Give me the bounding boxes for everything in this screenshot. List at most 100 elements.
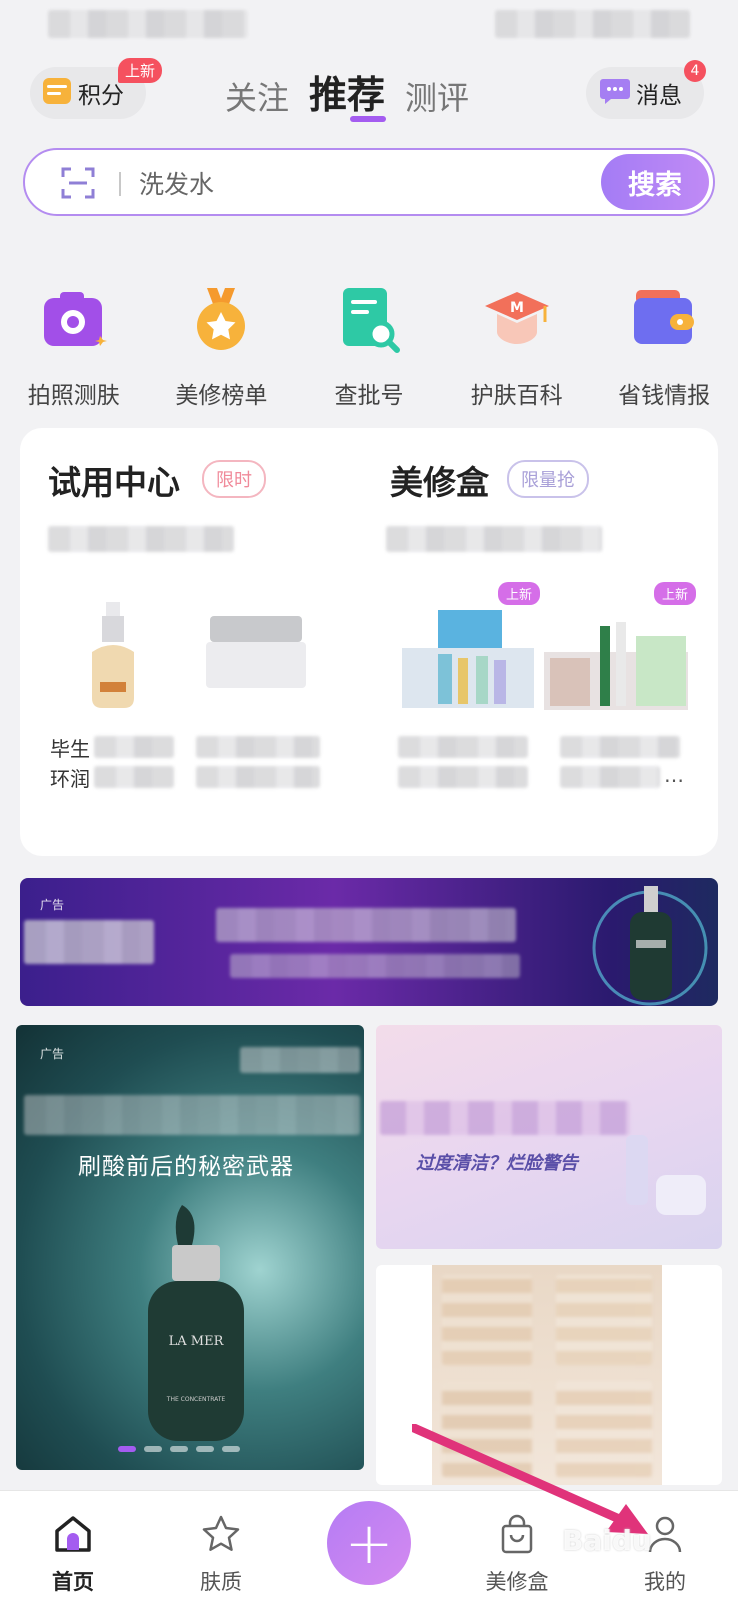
- tile-label: 护肤百科: [470, 383, 563, 409]
- ad-headline-obscured: [24, 1095, 360, 1135]
- beauty-box-title[interactable]: 美修盒: [390, 456, 489, 504]
- beauty-box-product-2[interactable]: 上新 …: [540, 578, 700, 798]
- messages-label: 消息: [636, 83, 682, 109]
- product-name-obscured: [196, 736, 320, 758]
- tile-batch-check[interactable]: 查批号: [295, 270, 443, 410]
- cream-jar-image: [206, 616, 306, 688]
- tab-recommend[interactable]: 推荐: [309, 64, 385, 119]
- carousel-dot: [222, 1446, 240, 1452]
- status-right: [495, 10, 690, 38]
- nav-label: 肤质: [200, 1570, 242, 1594]
- serum-bottle-image: [92, 602, 134, 708]
- carousel-dot: [196, 1446, 214, 1452]
- tile-label: 查批号: [334, 383, 404, 409]
- product-name: 环润: [50, 767, 90, 791]
- status-left: [48, 10, 248, 38]
- star-icon: [200, 1513, 242, 1560]
- carousel-dot: [170, 1446, 188, 1452]
- ad-banner-wide[interactable]: 广告: [20, 878, 718, 1006]
- search-button[interactable]: 搜索: [601, 154, 709, 210]
- nav-label: 美修盒: [485, 1570, 549, 1594]
- tile-label: 拍照测肤: [27, 383, 120, 409]
- ad-subline-obscured: [230, 954, 520, 978]
- tile-label: 省钱情报: [618, 383, 711, 409]
- points-new-badge: 上新: [118, 58, 163, 83]
- beauty-box-image: [402, 610, 534, 708]
- trial-center-title[interactable]: 试用中心: [48, 456, 180, 504]
- ad-card-text: 过度清洁？烂脸警告: [416, 1153, 578, 1174]
- trial-beautybox-card: 试用中心 限时 美修盒 限量抢 毕生 环润 上新 上新 …: [20, 428, 718, 856]
- tab-follow[interactable]: 关注: [225, 73, 289, 119]
- brand-text: LA MER: [169, 1334, 225, 1349]
- beauty-box-subtitle: [386, 526, 602, 552]
- tab-review[interactable]: 测评: [405, 73, 469, 119]
- new-badge: 上新: [498, 582, 541, 605]
- search-bar: 搜索: [23, 148, 715, 216]
- graduation-cap-icon: M: [481, 284, 553, 362]
- ad-headline-obscured: [380, 1101, 630, 1135]
- search-divider: [119, 172, 121, 196]
- carousel-dot: [144, 1446, 162, 1452]
- carousel-dot: [118, 1446, 136, 1452]
- trial-subtitle: [48, 526, 234, 552]
- top-tabs: 关注 推荐 测评: [225, 64, 469, 119]
- image-panel: [442, 1275, 532, 1365]
- new-badge: 上新: [654, 582, 697, 605]
- ad-card-left[interactable]: 广告 刷酸前后的秘密武器 LA MER THE CONCENTRATE: [16, 1025, 364, 1470]
- ad-card-right-top[interactable]: 过度清洁？烂脸警告: [376, 1025, 722, 1249]
- add-post-button[interactable]: +: [327, 1501, 411, 1585]
- home-icon: [52, 1513, 94, 1560]
- nav-skin-type[interactable]: 肤质: [166, 1507, 276, 1596]
- trial-product-2[interactable]: [196, 598, 326, 798]
- product-name-obscured: [560, 766, 660, 788]
- product-name-obscured: [398, 736, 528, 758]
- nav-home[interactable]: 首页: [18, 1507, 128, 1596]
- plus-icon: +: [344, 1509, 394, 1577]
- status-bar: [48, 10, 690, 40]
- camera-icon: [38, 284, 110, 362]
- quick-tiles: 拍照测肤 美修榜单 查批号 M 护肤百科 省钱情报: [0, 270, 738, 410]
- product-name: 毕生: [50, 737, 90, 761]
- nav-label: 首页: [52, 1570, 94, 1594]
- svg-text:M: M: [510, 300, 524, 316]
- nav-beauty-box[interactable]: 美修盒: [462, 1507, 572, 1596]
- ad-brand-obscured: [240, 1047, 360, 1073]
- trial-product-1[interactable]: 毕生 环润: [50, 598, 180, 798]
- ad-label: 广告: [40, 1047, 65, 1061]
- product-name-obscured: [94, 766, 174, 788]
- product-name-obscured: [560, 736, 680, 758]
- tile-skincare-wiki[interactable]: M 护肤百科: [443, 270, 591, 410]
- foundation-comparison-image: [432, 1265, 662, 1485]
- ad-logo-obscured: [24, 920, 154, 964]
- document-search-icon: [333, 284, 405, 362]
- search-input[interactable]: [139, 164, 579, 204]
- ad-card-right-bottom[interactable]: [376, 1265, 722, 1485]
- product-caption: THE CONCENTRATE: [166, 1396, 226, 1403]
- shopping-bag-icon: [496, 1513, 538, 1560]
- beauty-box-image: [544, 622, 688, 710]
- image-panel: [556, 1381, 652, 1477]
- points-icon: [42, 77, 72, 109]
- beauty-box-limited-tag: 限量抢: [507, 460, 589, 498]
- wallet-icon: [628, 284, 700, 362]
- scan-icon[interactable]: [61, 167, 95, 199]
- nav-label: 我的: [644, 1570, 686, 1594]
- ad-headline-obscured: [216, 908, 516, 942]
- product-name-obscured: [196, 766, 320, 788]
- beauty-box-product-1[interactable]: 上新: [398, 578, 548, 798]
- serum-bottle-image: LA MER THE CONCENTRATE: [148, 1205, 244, 1441]
- serum-product-image: [592, 886, 708, 1006]
- watermark: Baidu: [562, 1524, 652, 1557]
- cosmetic-bottles-image: [626, 1135, 706, 1215]
- tile-label: 美修榜单: [175, 383, 268, 409]
- ad-card-text: 刷酸前后的秘密武器: [78, 1154, 294, 1180]
- tile-savings-intel[interactable]: 省钱情报: [590, 270, 738, 410]
- image-panel: [556, 1275, 652, 1365]
- product-name-obscured: [398, 766, 528, 788]
- image-panel: [442, 1381, 532, 1477]
- trial-limited-tag: 限时: [202, 460, 266, 498]
- tile-photo-skin-test[interactable]: 拍照测肤: [0, 270, 148, 410]
- tile-ranking[interactable]: 美修榜单: [148, 270, 296, 410]
- carousel-dots: [118, 1446, 240, 1452]
- ad-label: 广告: [40, 898, 65, 912]
